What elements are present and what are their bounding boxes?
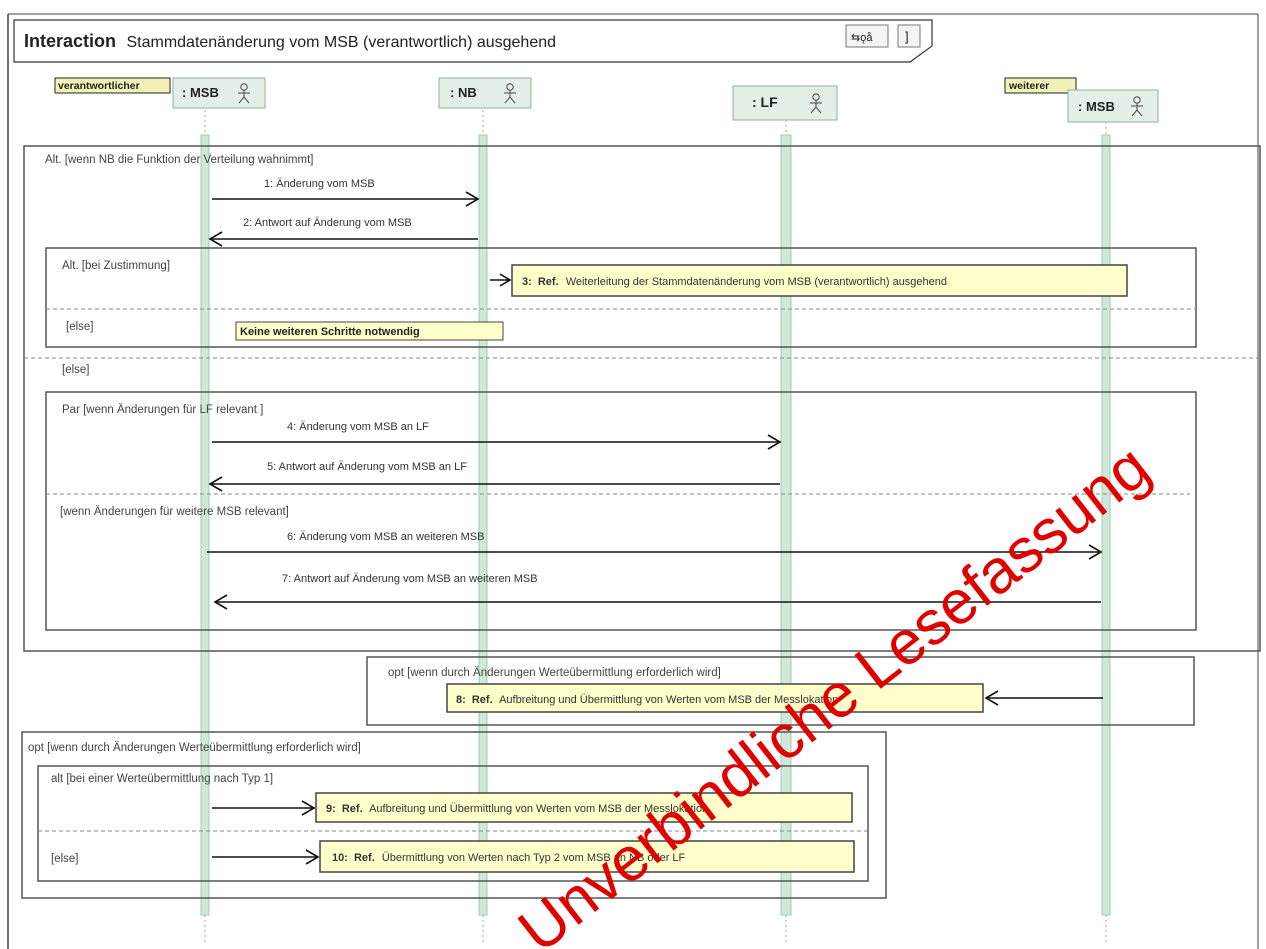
ref-keyword: Ref. <box>354 852 375 864</box>
note-text: Keine weiteren Schritte notwendig <box>240 326 420 338</box>
message-5: 5: Antwort auf Änderung vom MSB an LF <box>208 461 780 492</box>
fragment-else: [else] <box>66 321 94 333</box>
participant-name: : MSB <box>182 85 219 100</box>
fragment-guard: Par [wenn Änderungen für LF relevant ] <box>62 404 263 416</box>
message-4: 4: Änderung vom MSB an LF <box>212 421 782 450</box>
fragment-guard: Alt. [bei Zustimmung] <box>62 260 170 272</box>
svg-text:⇆ǫå: ⇆ǫå <box>851 32 873 44</box>
message-label: 1: Änderung vom MSB <box>264 178 375 190</box>
note-no-further-steps: Keine weiteren Schritte notwendig <box>235 321 504 341</box>
message-1: 1: Änderung vom MSB <box>212 178 480 207</box>
frame-keyword: Interaction <box>24 31 116 51</box>
ref-10: 10: Ref. Übermittlung von Werten nach Ty… <box>212 840 855 873</box>
message-label: 6: Änderung vom MSB an weiteren MSB <box>287 531 484 543</box>
participant-msb-weiterer: weiterer : MSB <box>1004 77 1159 123</box>
ref-keyword: Ref. <box>342 803 363 815</box>
message-label: 5: Antwort auf Änderung vom MSB an LF <box>267 461 467 473</box>
participant-name: : MSB <box>1078 99 1115 114</box>
participant-lf: : LF <box>732 85 838 121</box>
participant-name: : LF <box>752 94 778 110</box>
svg-text:3: Ref. Weiterleit: 3: Ref. Weiterleitung der Stammdatenände… <box>522 276 947 288</box>
ref-number: 8: <box>456 694 466 706</box>
participant-nb: : NB <box>438 77 532 109</box>
fragment-guard: opt [wenn durch Änderungen Werteübermitt… <box>28 742 361 754</box>
ref-text: Weiterleitung der Stammdatenänderung vom… <box>566 276 947 288</box>
interaction-icon: ⇆ǫå ] <box>845 24 921 48</box>
message-label: 4: Änderung vom MSB an LF <box>287 421 429 433</box>
fragment-else: [else] <box>51 853 79 865</box>
lifeline-msb-verantwortlich <box>200 134 210 916</box>
participant-name: : NB <box>450 85 477 100</box>
participant-msb-verantwortlich: verantwortlicher : MSB <box>54 77 266 109</box>
fragment-else: [else] <box>62 364 90 376</box>
frame-title: Stammdatenänderung vom MSB (verantwortli… <box>126 34 556 51</box>
message-label: 7: Antwort auf Änderung vom MSB an weite… <box>282 573 538 585</box>
participant-tag: verantwortlicher <box>58 80 140 92</box>
message-2: 2: Antwort auf Änderung vom MSB <box>208 217 478 247</box>
fragment-alt-inner: Alt. [bei Zustimmung] [else] <box>45 247 1197 348</box>
fragment-guard: alt [bei einer Werteübermittlung nach Ty… <box>51 773 273 785</box>
fragment-guard: Alt. [wenn NB die Funktion der Verteilun… <box>45 154 313 166</box>
ref-number: 10: <box>332 852 348 864</box>
fragment-guard: opt [wenn durch Änderungen Werteübermitt… <box>388 667 721 679</box>
ref-3: 3: Ref. Weiterleitung der Stammdatenände… <box>490 264 1128 297</box>
svg-text:Interaction Stammdatenän: Interaction Stammdatenänderung vom MSB (… <box>24 31 556 51</box>
sequence-diagram: Interaction Stammdatenänderung vom MSB (… <box>7 13 1261 949</box>
ref-number: 3: <box>522 276 532 288</box>
fragment-guard-2: [wenn Änderungen für weitere MSB relevan… <box>60 506 289 518</box>
ref-keyword: Ref. <box>472 694 493 706</box>
ref-number: 9: <box>326 803 336 815</box>
participant-tag: weiterer <box>1008 80 1049 92</box>
ref-keyword: Ref. <box>538 276 559 288</box>
message-label: 2: Antwort auf Änderung vom MSB <box>243 217 412 229</box>
svg-text:]: ] <box>905 29 909 44</box>
